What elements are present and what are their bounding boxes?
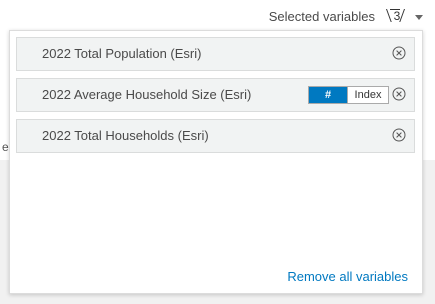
page: e Selected variables 3 2022 Total Popula… xyxy=(0,0,435,304)
chevron-down-icon[interactable] xyxy=(415,14,423,20)
remove-variable-icon[interactable] xyxy=(392,46,406,60)
remove-all-variables-link[interactable]: Remove all variables xyxy=(287,269,408,284)
variable-label: 2022 Total Population (Esri) xyxy=(42,46,202,61)
variable-list: 2022 Total Population (Esri) 2022 Averag… xyxy=(16,37,415,160)
toggle-option-number[interactable]: # xyxy=(309,87,347,103)
selected-variables-label: Selected variables xyxy=(268,8,375,24)
selected-variables-popover: 2022 Total Population (Esri) 2022 Averag… xyxy=(9,30,423,294)
value-type-toggle[interactable]: # Index xyxy=(308,86,389,104)
variable-item: 2022 Total Population (Esri) xyxy=(16,37,415,71)
selected-variables-header[interactable]: Selected variables 3 xyxy=(269,8,423,24)
variable-label: 2022 Average Household Size (Esri) xyxy=(42,87,252,102)
toggle-option-index[interactable]: Index xyxy=(347,87,388,103)
background-partial-text: e xyxy=(2,140,9,154)
selected-count: 3 xyxy=(393,9,401,23)
remove-variable-icon[interactable] xyxy=(392,128,406,142)
variable-label: 2022 Total Households (Esri) xyxy=(42,128,209,143)
variable-item: 2022 Average Household Size (Esri) # Ind… xyxy=(16,78,415,112)
variable-item: 2022 Total Households (Esri) xyxy=(16,119,415,153)
selected-count-badge: 3 xyxy=(383,8,411,24)
remove-variable-icon[interactable] xyxy=(392,87,406,101)
